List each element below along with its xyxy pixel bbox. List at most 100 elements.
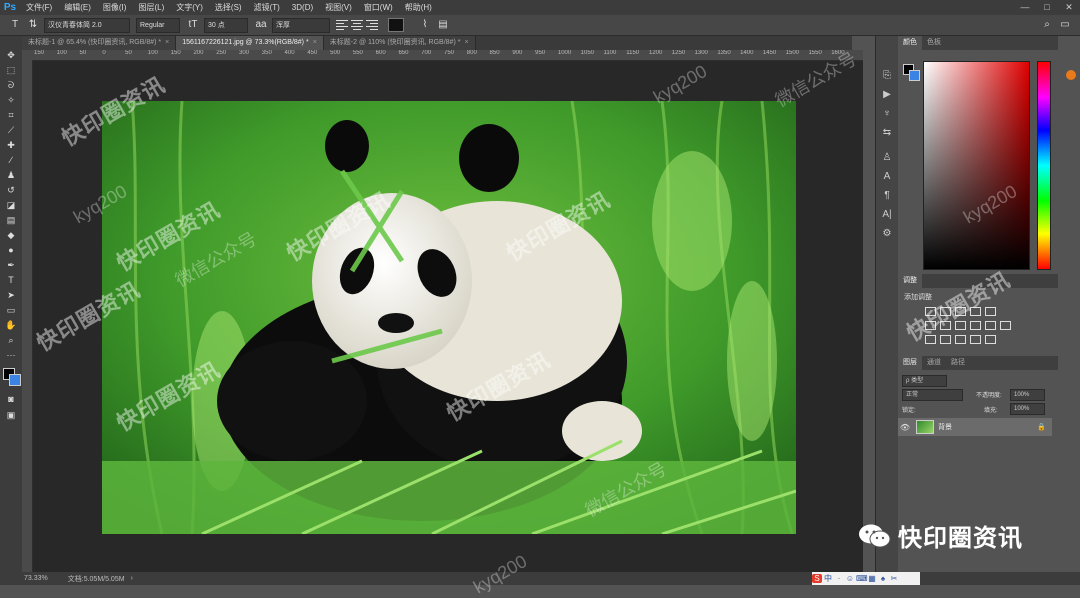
menu-view[interactable]: 视图(V) — [319, 0, 358, 15]
brush-tool-icon[interactable]: ∕ — [0, 153, 22, 168]
tab-document-1[interactable]: 未标题-1 @ 65.4% (快印圈资讯, RGB/8#) * × — [22, 36, 177, 50]
font-style-select[interactable]: Regular — [136, 17, 180, 33]
vibrance-icon[interactable] — [985, 307, 996, 316]
gradient-tool-icon[interactable]: ▤ — [0, 213, 22, 228]
tab-document-2[interactable]: 15611672261​21.jpg @ 73.3%(RGB/8#) * × — [176, 36, 324, 50]
emoji-icon[interactable]: ☺ — [845, 574, 855, 583]
invert-icon[interactable] — [925, 335, 936, 344]
exposure-icon[interactable] — [970, 307, 981, 316]
layer-row-background[interactable]: 👁 背景 🔒 — [898, 418, 1052, 436]
hand-tool-icon[interactable]: ✋ — [0, 318, 22, 333]
swap-icon[interactable]: ⇆ — [876, 123, 898, 142]
tab-paths[interactable]: 路径 — [946, 356, 970, 370]
punctuation-icon[interactable]: · — [834, 574, 844, 583]
skin-icon[interactable]: ♠ — [878, 574, 888, 583]
chinese-mode-icon[interactable]: 中 — [823, 574, 833, 583]
layer-filter-select[interactable]: ρ 类型 — [902, 375, 947, 387]
menu-filter[interactable]: 滤镜(T) — [248, 0, 286, 15]
eyedropper-tool-icon[interactable]: ⟋ — [0, 123, 22, 138]
align-center-icon[interactable] — [351, 20, 363, 30]
tab-color[interactable]: 颜色 — [898, 36, 922, 50]
tab-close-icon[interactable]: × — [165, 39, 169, 46]
tab-close-icon[interactable]: × — [313, 39, 317, 46]
levels-icon[interactable] — [940, 307, 951, 316]
menu-help[interactable]: 帮助(H) — [399, 0, 438, 15]
tab-swatches[interactable]: 色板 — [922, 36, 946, 50]
selective-color-icon[interactable] — [985, 335, 996, 344]
layer-lock-icon[interactable]: 🔒 — [1037, 423, 1046, 431]
crop-tool-icon[interactable]: ⌗ — [0, 108, 22, 123]
glyphs-icon[interactable]: A| — [876, 205, 898, 224]
properties-icon[interactable]: ⚙ — [876, 224, 898, 243]
stamp-tool-icon[interactable]: ♟ — [0, 168, 22, 183]
blend-mode-select[interactable]: 正常 — [902, 389, 963, 401]
menu-select[interactable]: 选择(S) — [209, 0, 248, 15]
color-panel-background-swatch[interactable] — [909, 70, 920, 81]
photo-filter-icon[interactable] — [970, 321, 981, 330]
actions-play-icon[interactable]: ▶ — [876, 85, 898, 104]
menu-layer[interactable]: 图层(L) — [132, 0, 170, 15]
path-selection-tool-icon[interactable]: ➤ — [0, 288, 22, 303]
history-icon[interactable]: ⎘ — [876, 66, 898, 85]
tab-channels[interactable]: 通道 — [922, 356, 946, 370]
zoom-tool-icon[interactable]: ⌕ — [0, 333, 22, 348]
menu-file[interactable]: 文件(F) — [20, 0, 58, 15]
text-color-swatch[interactable] — [388, 18, 404, 32]
background-color-swatch[interactable] — [9, 374, 21, 386]
font-family-select[interactable]: 汉仪青春体简 2.0 — [44, 17, 130, 33]
hue-slider[interactable] — [1037, 61, 1051, 270]
menu-window[interactable]: 窗口(W) — [358, 0, 399, 15]
color-balance-icon[interactable] — [940, 321, 951, 330]
posterize-icon[interactable] — [940, 335, 951, 344]
menu-3d[interactable]: 3D(D) — [286, 0, 319, 15]
brush-settings-icon[interactable]: ♆ — [876, 104, 898, 123]
clone-source-icon[interactable]: ♙ — [876, 148, 898, 167]
maximize-button[interactable]: □ — [1036, 0, 1058, 15]
workspace-icon[interactable]: ▭ — [1058, 18, 1072, 32]
search-icon[interactable]: ⌕ — [1040, 18, 1054, 32]
align-left-icon[interactable] — [336, 20, 348, 30]
menu-image[interactable]: 图像(I) — [97, 0, 133, 15]
cc-libraries-icon[interactable] — [1066, 70, 1076, 80]
shape-tool-icon[interactable]: ▭ — [0, 303, 22, 318]
close-button[interactable]: ✕ — [1058, 0, 1080, 15]
align-right-icon[interactable] — [366, 20, 378, 30]
eraser-tool-icon[interactable]: ◪ — [0, 198, 22, 213]
gradient-map-icon[interactable] — [970, 335, 981, 344]
zoom-level[interactable]: 73.33% — [24, 575, 48, 582]
tab-layers[interactable]: 图层 — [898, 356, 922, 370]
scissors-icon[interactable]: ✂ — [889, 574, 899, 583]
move-tool-icon[interactable]: ✥ — [0, 48, 22, 63]
blur-tool-icon[interactable]: ◆ — [0, 228, 22, 243]
tab-close-icon[interactable]: × — [464, 39, 468, 46]
keyboard-icon[interactable]: ⌨ — [856, 574, 868, 583]
tab-document-3[interactable]: 未标题-2 @ 110% (快印圈资讯, RGB/8#) * × — [323, 36, 476, 50]
visibility-eye-icon[interactable]: 👁 — [898, 423, 912, 432]
dodge-tool-icon[interactable]: ● — [0, 243, 22, 258]
tab-adjustments[interactable]: 调整 — [898, 274, 922, 288]
toolbox-icon[interactable]: ▦ — [867, 574, 877, 583]
color-lookup-icon[interactable] — [1000, 321, 1011, 330]
sogou-logo-icon[interactable]: S — [812, 574, 822, 583]
screen-mode-icon[interactable]: ▣ — [0, 408, 22, 423]
magic-wand-tool-icon[interactable]: ✧ — [0, 93, 22, 108]
orientation-toggle-icon[interactable]: ⇅ — [26, 18, 40, 32]
more-tools-icon[interactable]: ··· — [0, 348, 22, 363]
font-size-select[interactable]: 30 点 — [204, 17, 248, 33]
color-swatches[interactable] — [3, 368, 21, 386]
layer-name[interactable]: 背景 — [938, 422, 952, 432]
curves-icon[interactable] — [955, 307, 966, 316]
threshold-icon[interactable] — [955, 335, 966, 344]
color-picker-field[interactable] — [923, 61, 1030, 270]
opacity-input[interactable]: 100% — [1010, 389, 1045, 401]
fill-input[interactable]: 100% — [1010, 403, 1045, 415]
warp-text-icon[interactable]: ⌇ — [418, 18, 432, 32]
menu-type[interactable]: 文字(Y) — [170, 0, 209, 15]
lasso-tool-icon[interactable]: ᘐ — [0, 78, 22, 93]
menu-edit[interactable]: 编辑(E) — [58, 0, 97, 15]
hue-saturation-icon[interactable] — [925, 321, 936, 330]
panda-photo[interactable] — [102, 101, 796, 534]
text-tool-icon[interactable]: T — [8, 18, 22, 32]
quick-mask-icon[interactable]: ◙ — [0, 392, 22, 407]
status-arrow-icon[interactable]: › — [131, 575, 133, 582]
